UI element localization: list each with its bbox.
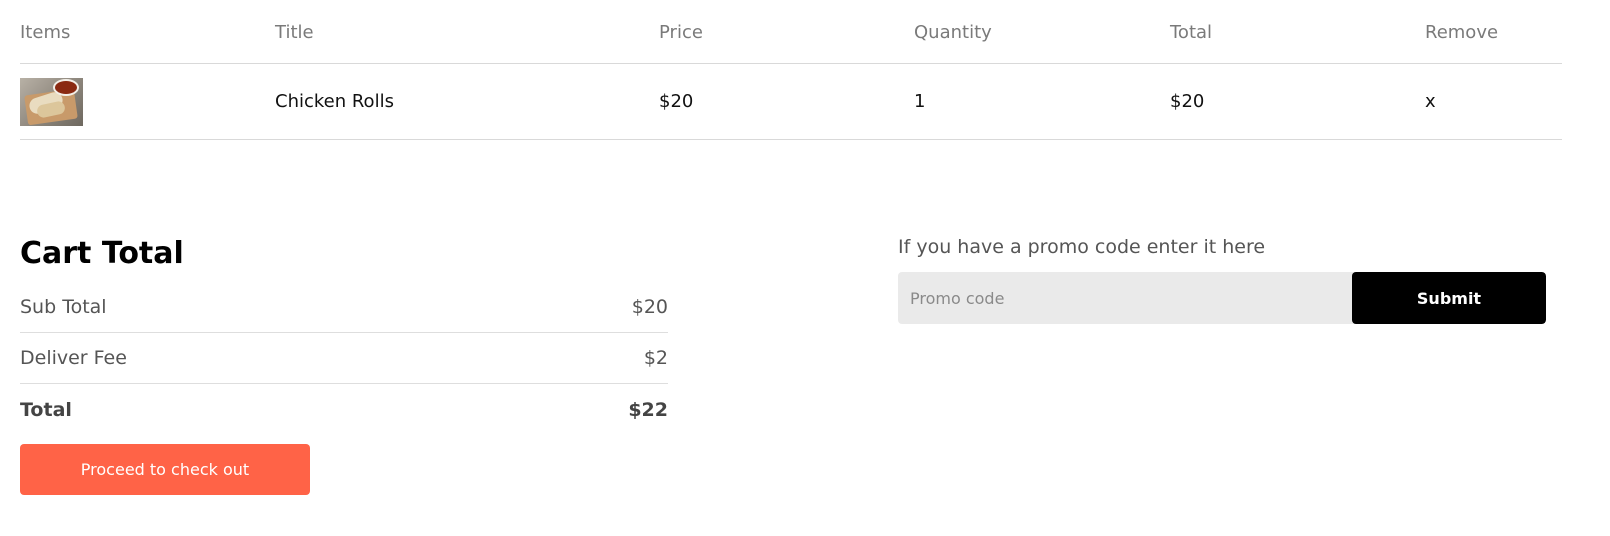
grand-total-row: Total $22 <box>20 384 668 435</box>
promo-section: If you have a promo code enter it here S… <box>898 236 1546 324</box>
header-remove: Remove <box>1425 22 1499 43</box>
chicken-rolls-image <box>20 77 83 126</box>
header-quantity: Quantity <box>914 22 992 43</box>
subtotal-label: Sub Total <box>20 296 107 318</box>
grand-total-value: $22 <box>628 398 668 421</box>
item-title: Chicken Rolls <box>275 91 394 112</box>
cart-page: Items Title Price Quantity Total Remove … <box>0 0 1610 536</box>
promo-code-input[interactable] <box>898 272 1352 324</box>
grand-total-label: Total <box>20 398 72 421</box>
cart-item-row: Chicken Rolls $20 1 $20 x <box>20 64 1562 140</box>
cart-table-header: Items Title Price Quantity Total Remove <box>20 0 1562 64</box>
proceed-to-checkout-button[interactable]: Proceed to check out <box>20 444 310 495</box>
cart-table: Items Title Price Quantity Total Remove … <box>20 0 1562 140</box>
promo-label: If you have a promo code enter it here <box>898 236 1266 258</box>
delivery-fee-value: $2 <box>643 347 668 369</box>
cart-total-heading: Cart Total <box>20 236 184 271</box>
promo-input-group: Submit <box>898 272 1546 324</box>
item-price: $20 <box>659 91 694 112</box>
subtotal-value: $20 <box>631 296 668 318</box>
delivery-fee-row: Deliver Fee $2 <box>20 333 668 384</box>
subtotal-row: Sub Total $20 <box>20 282 668 333</box>
item-total: $20 <box>1170 91 1205 112</box>
promo-submit-button[interactable]: Submit <box>1352 272 1546 324</box>
header-total: Total <box>1170 22 1213 43</box>
remove-item-button[interactable]: x <box>1425 91 1562 112</box>
header-title: Title <box>275 22 314 43</box>
item-quantity: 1 <box>914 91 926 112</box>
header-price: Price <box>659 22 703 43</box>
cart-total-section: Cart Total Sub Total $20 Deliver Fee $2 … <box>20 236 668 495</box>
header-items: Items <box>20 22 71 43</box>
item-image-cell <box>20 77 275 126</box>
delivery-fee-label: Deliver Fee <box>20 347 127 369</box>
